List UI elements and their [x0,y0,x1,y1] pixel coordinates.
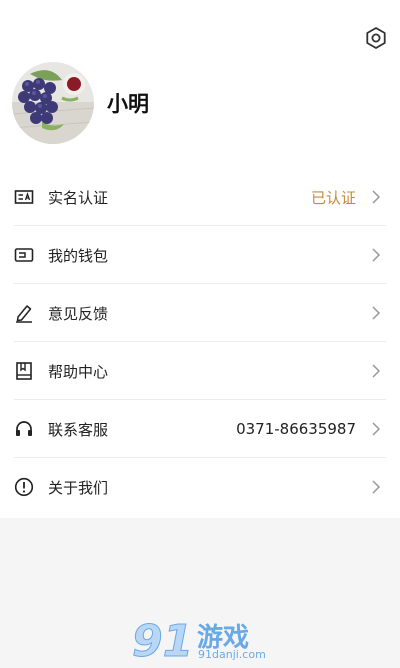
avatar[interactable] [12,62,94,144]
book-icon [13,360,35,382]
chevron-right-icon [372,306,381,320]
watermark-url: 91danji.com [198,648,266,661]
chevron-right-icon [372,480,381,494]
menu-item-feedback[interactable]: 意见反馈 [0,284,400,342]
menu-item-about[interactable]: 关于我们 [0,458,400,516]
menu-label: 我的钱包 [48,246,109,265]
pencil-icon [13,302,35,324]
chevron-right-icon [372,190,381,204]
menu-label: 意见反馈 [48,304,109,323]
menu-item-wallet[interactable]: 我的钱包 [0,226,400,284]
username: 小明 [107,92,149,116]
watermark-digits: 91 [132,616,193,667]
chevron-right-icon [372,364,381,378]
service-phone: 0371-86635987 [236,420,356,438]
menu-list: 实名认证 已认证 我的钱包 意见反馈 帮助中心 联系客服 0371-866359… [0,168,400,516]
headphones-icon [13,418,35,440]
chevron-right-icon [372,248,381,262]
id-card-icon [13,186,35,208]
menu-item-verify[interactable]: 实名认证 已认证 [0,168,400,226]
menu-label: 帮助中心 [48,362,109,381]
wallet-icon [13,244,35,266]
menu-label: 联系客服 [48,420,109,439]
profile-panel: 小明 实名认证 已认证 我的钱包 意见反馈 帮助中心 联系客服 0371-866… [0,0,400,518]
verified-status: 已认证 [310,188,356,207]
menu-item-service[interactable]: 联系客服 0371-86635987 [0,400,400,458]
settings-button[interactable] [360,22,392,54]
menu-item-help[interactable]: 帮助中心 [0,342,400,400]
menu-label: 关于我们 [48,478,109,497]
chevron-right-icon [372,422,381,436]
menu-label: 实名认证 [48,188,109,207]
info-icon [13,476,35,498]
gear-icon [366,27,386,49]
